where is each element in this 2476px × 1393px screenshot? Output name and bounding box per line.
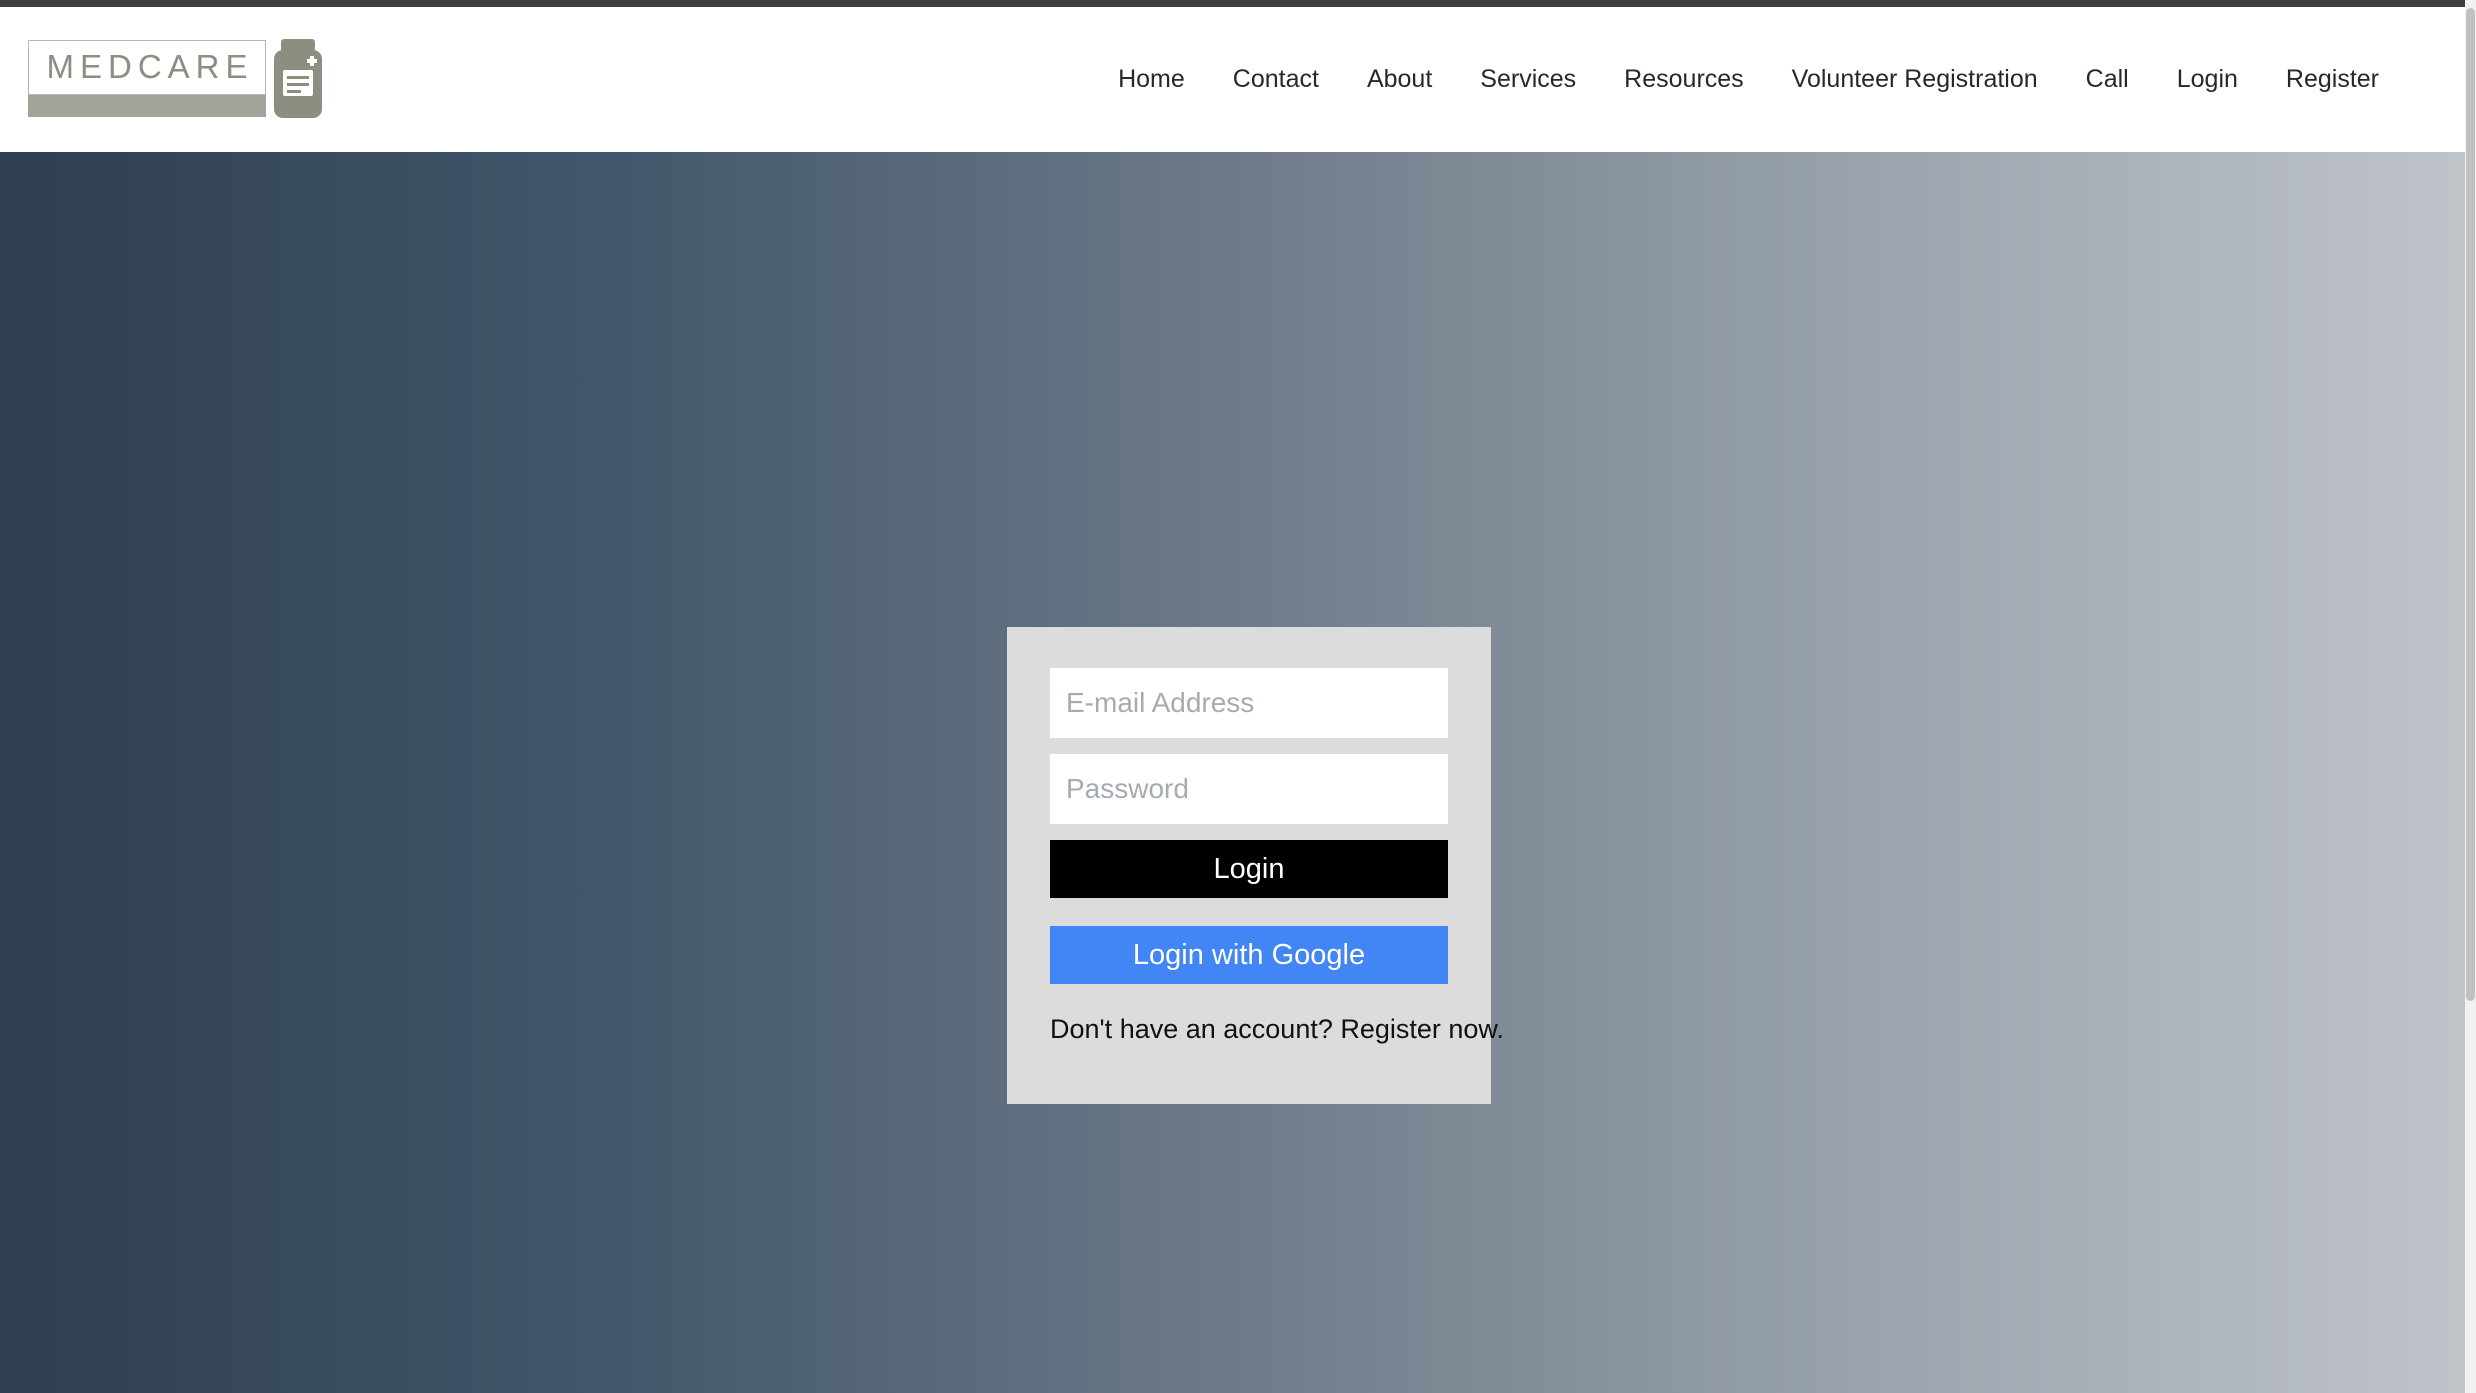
login-button[interactable]: Login	[1050, 840, 1448, 898]
browser-top-strip	[0, 0, 2476, 7]
site-logo[interactable]: MEDCARE	[28, 40, 326, 120]
logo-wordmark: MEDCARE	[28, 40, 266, 117]
login-with-google-button[interactable]: Login with Google	[1050, 926, 1448, 984]
login-card: Login Login with Google Don't have an ac…	[1007, 627, 1491, 1104]
nav-item-contact[interactable]: Contact	[1209, 67, 1343, 92]
email-field[interactable]	[1050, 668, 1448, 738]
nav-item-call[interactable]: Call	[2062, 67, 2153, 92]
nav-item-services[interactable]: Services	[1456, 67, 1600, 92]
nav-item-login[interactable]: Login	[2153, 67, 2262, 92]
nav-item-volunteer-registration[interactable]: Volunteer Registration	[1768, 67, 2062, 92]
nav-item-resources[interactable]: Resources	[1600, 67, 1768, 92]
logo-text: MEDCARE	[40, 48, 253, 86]
nav-item-register[interactable]: Register	[2262, 67, 2403, 92]
page-scrollbar-track[interactable]	[2465, 0, 2476, 1393]
nav-item-home[interactable]: Home	[1094, 67, 1209, 92]
login-form: Login Login with Google Don't have an ac…	[1007, 627, 1491, 1045]
medicine-bottle-icon	[270, 38, 326, 120]
logo-text-box: MEDCARE	[28, 40, 266, 95]
register-prompt[interactable]: Don't have an account? Register now.	[1050, 1014, 1448, 1045]
logo-underbar	[28, 95, 266, 117]
main-navigation: Home Contact About Services Resources Vo…	[1094, 67, 2403, 92]
nav-item-about[interactable]: About	[1343, 67, 1456, 92]
password-field[interactable]	[1050, 754, 1448, 824]
site-header: MEDCARE Home Contact About Services Reso…	[0, 7, 2465, 152]
page-scrollbar-thumb[interactable]	[2466, 8, 2475, 1001]
